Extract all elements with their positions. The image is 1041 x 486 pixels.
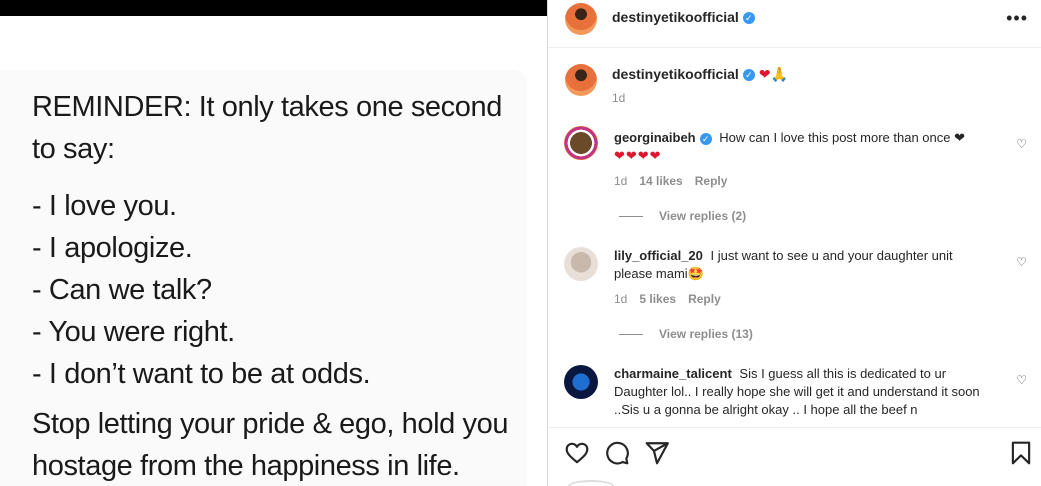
image-top-bar xyxy=(0,0,547,16)
header-username[interactable]: destinyetikoofficial ✓ xyxy=(612,9,755,25)
comment-username[interactable]: charmaine_talicent xyxy=(614,366,732,381)
comment-icon[interactable] xyxy=(604,440,630,466)
reply-button[interactable]: Reply xyxy=(695,174,728,188)
comment-username[interactable]: lily_official_20 xyxy=(614,248,703,263)
divider xyxy=(548,427,1041,428)
post-image[interactable]: REMINDER: It only takes one second to sa… xyxy=(0,0,547,486)
small-heart-icon[interactable]: ♡ xyxy=(1016,137,1027,151)
post-line: to say: xyxy=(32,133,115,165)
view-replies-label[interactable]: View replies (2) xyxy=(659,209,746,223)
avatar[interactable] xyxy=(565,3,597,35)
heart-icon[interactable] xyxy=(564,440,590,466)
share-icon[interactable] xyxy=(644,440,670,466)
comment-meta: 1d 5 likes Reply xyxy=(614,292,733,306)
post-header: destinyetikoofficial ✓ ••• xyxy=(548,0,1041,36)
small-heart-icon[interactable]: ♡ xyxy=(1016,373,1027,387)
comment-likes[interactable]: 14 likes xyxy=(639,174,682,188)
bookmark-icon[interactable] xyxy=(1008,440,1034,466)
comment-avatar[interactable] xyxy=(564,126,598,160)
header-username-text[interactable]: destinyetikoofficial xyxy=(612,9,739,25)
view-replies-label[interactable]: View replies (13) xyxy=(659,327,753,341)
comment-body: How can I love this post more than once … xyxy=(719,130,965,145)
post-list-item: - You were right. xyxy=(32,316,235,348)
verified-badge-icon: ✓ xyxy=(742,12,755,25)
post-list-item: - Can we talk? xyxy=(32,274,212,306)
post-image-text: REMINDER: It only takes one second to sa… xyxy=(32,86,532,486)
comment-time[interactable]: 1d xyxy=(614,292,627,306)
caption-username[interactable]: destinyetikoofficial ✓ ❤🙏 xyxy=(612,66,788,83)
comment-body-emoji: ❤❤❤❤ xyxy=(614,148,662,163)
dash-divider xyxy=(619,216,643,218)
post-list-item: - I don’t want to be at odds. xyxy=(32,358,371,390)
comment-likes[interactable]: 5 likes xyxy=(639,292,676,306)
comment-text: lily_official_20 I just want to see u an… xyxy=(614,247,994,283)
divider xyxy=(548,47,1041,48)
comment-meta: 1d 14 likes Reply xyxy=(614,174,739,188)
comment-username[interactable]: georginaibeh ✓ xyxy=(614,130,712,145)
caption-avatar[interactable] xyxy=(565,64,597,96)
liked-by-avatars xyxy=(568,480,614,486)
dash-divider xyxy=(619,334,643,336)
comment-time[interactable]: 1d xyxy=(614,174,627,188)
caption-time-text[interactable]: 1d xyxy=(612,91,625,105)
reply-button[interactable]: Reply xyxy=(688,292,721,306)
caption-username-text[interactable]: destinyetikoofficial xyxy=(612,66,739,82)
comment-avatar[interactable] xyxy=(564,247,598,281)
view-replies-button[interactable]: View replies (2) xyxy=(619,209,746,223)
comment-text: charmaine_talicent Sis I guess all this … xyxy=(614,365,994,423)
verified-badge-icon: ✓ xyxy=(742,69,755,82)
post-list-item: - I apologize. xyxy=(32,232,193,264)
comment-text: georginaibeh ✓ How can I love this post m… xyxy=(614,129,994,165)
post-line: REMINDER: It only takes one second xyxy=(32,91,502,123)
comment-username-text[interactable]: georginaibeh xyxy=(614,130,696,145)
verified-badge-icon: ✓ xyxy=(699,132,712,145)
caption-time[interactable]: 1d xyxy=(612,91,637,105)
small-heart-icon[interactable]: ♡ xyxy=(1016,255,1027,269)
comments-panel: destinyetikoofficial ✓ ••• destinyetikoof… xyxy=(547,0,1041,486)
caption-emoji: ❤🙏 xyxy=(758,66,788,82)
post-list-item: - I love you. xyxy=(32,190,177,222)
more-options-icon[interactable]: ••• xyxy=(1006,8,1028,29)
comment-avatar[interactable] xyxy=(564,365,598,399)
post-line: Stop letting your pride & ego, hold you xyxy=(32,408,509,440)
view-replies-button[interactable]: View replies (13) xyxy=(619,327,753,341)
post-line: hostage from the happiness in life. xyxy=(32,450,460,482)
